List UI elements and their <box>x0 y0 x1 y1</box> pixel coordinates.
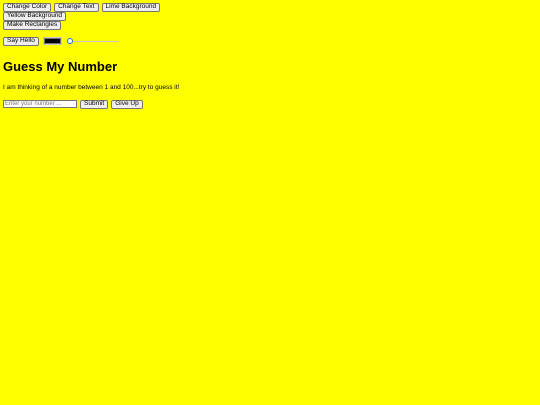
page-content: Change Color Change Text Lime Background… <box>3 3 537 109</box>
submit-button[interactable]: Submit <box>80 99 109 109</box>
give-up-button[interactable]: Give Up <box>111 99 143 109</box>
slider-track <box>66 40 119 42</box>
toolbar-row-4: Say Hello <box>3 36 537 46</box>
page-title: Guess My Number <box>3 59 118 74</box>
lime-background-button[interactable]: Lime Background <box>101 3 161 12</box>
slider-thumb[interactable] <box>66 37 73 44</box>
change-color-button[interactable]: Change Color <box>3 3 52 12</box>
guess-input[interactable] <box>3 100 77 108</box>
yellow-background-button[interactable]: Yellow Background <box>3 12 67 21</box>
toolbar-row-1: Change Color Change Text Lime Background <box>3 3 537 12</box>
toolbar-row-2: Yellow Background <box>3 12 537 21</box>
game-description: I am thinking of a number between 1 and … <box>3 84 180 91</box>
range-slider[interactable] <box>66 37 119 45</box>
toolbar-row-3: Make Rectangles <box>3 21 537 30</box>
color-picker[interactable] <box>42 37 62 45</box>
say-hello-button[interactable]: Say Hello <box>3 36 39 46</box>
make-rectangles-button[interactable]: Make Rectangles <box>3 21 62 30</box>
change-text-button[interactable]: Change Text <box>54 3 99 12</box>
guess-form: Submit Give Up <box>3 99 537 109</box>
